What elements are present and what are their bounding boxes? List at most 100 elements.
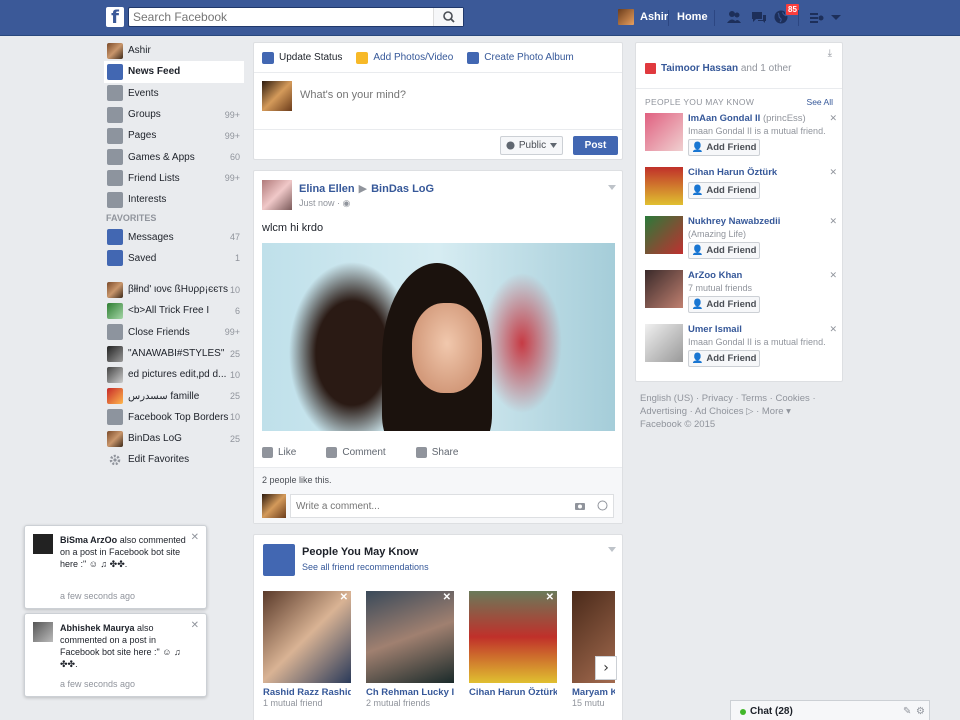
sidebar-group[interactable]: Close Friends 99+: [104, 322, 244, 343]
sidebar-item-games-apps[interactable]: Games & Apps 60: [104, 146, 244, 167]
tab-create-photo-album[interactable]: Create Photo Album: [467, 51, 574, 64]
avatar[interactable]: [645, 216, 683, 254]
avatar[interactable]: [645, 270, 683, 308]
sidebar-group[interactable]: ed pictures edit,pd d... 10: [104, 364, 244, 385]
new-message-icon[interactable]: ✎: [903, 706, 911, 717]
sidebar-item-friend-lists[interactable]: Friend Lists 99+: [104, 168, 244, 189]
mutual-friends[interactable]: 1 mutual friend: [263, 698, 351, 708]
group-thumbnail: [107, 345, 123, 362]
emoji-icon[interactable]: [597, 500, 608, 511]
suggestion-name[interactable]: Nukhrey Nawabzedii: [688, 216, 780, 227]
notification-popup[interactable]: BiSma ArzOo also commented on a post in …: [24, 525, 207, 609]
account-menu-chevron-down-icon[interactable]: [828, 9, 844, 25]
messages-icon[interactable]: [751, 9, 767, 25]
see-all-recommendations-link[interactable]: See all friend recommendations: [302, 562, 429, 572]
post-timestamp[interactable]: Just now · ◉: [299, 198, 350, 209]
home-link[interactable]: Home: [677, 11, 708, 23]
birthday-reminder[interactable]: Taimoor Hassan and 1 other: [661, 63, 791, 74]
sidebar-group[interactable]: BinDas LoG 25: [104, 428, 244, 449]
sidebar-group[interactable]: "ANAWABI#STYLES" 25: [104, 343, 244, 364]
mutual-friends[interactable]: 2 mutual friends: [366, 698, 454, 708]
comment-input[interactable]: [290, 494, 614, 518]
avatar[interactable]: [645, 167, 683, 205]
add-friend-button[interactable]: 👤 Add Friend: [688, 242, 760, 259]
avatar[interactable]: [645, 324, 683, 362]
user-avatar[interactable]: [618, 9, 634, 25]
post-group-link[interactable]: BinDas LoG: [371, 183, 434, 195]
sidebar-item-pages[interactable]: Pages 99+: [104, 125, 244, 146]
search-input[interactable]: [129, 8, 429, 26]
likes-summary[interactable]: 2 people like this.: [254, 467, 622, 491]
close-icon[interactable]: ✕: [443, 592, 451, 603]
mutual-friends[interactable]: 15 mutu: [572, 698, 615, 708]
friend-name[interactable]: Ch Rehman Lucky II: [366, 687, 454, 698]
avatar: [262, 494, 286, 518]
footer-nav[interactable]: English (US) · Privacy · Terms · Cookies…: [640, 392, 840, 418]
chat-bar[interactable]: Chat (28) ✎ ⚙: [730, 700, 930, 720]
footer-links[interactable]: English (US) · Privacy · Terms · Cookies…: [640, 392, 840, 431]
sidebar-profile[interactable]: Ashir: [104, 40, 244, 61]
profile-link[interactable]: Ashir: [640, 11, 668, 23]
close-icon[interactable]: ✕: [829, 324, 837, 335]
friend-requests-icon[interactable]: [726, 9, 742, 25]
post-button[interactable]: Post: [573, 136, 618, 155]
friend-photo[interactable]: ✕: [469, 591, 557, 683]
status-composer: Update Status Add Photos/Video Create Ph…: [253, 42, 623, 160]
close-icon[interactable]: ✕: [546, 592, 554, 603]
avatar[interactable]: [262, 180, 292, 210]
privacy-selector[interactable]: Public: [500, 136, 563, 155]
add-friend-button[interactable]: 👤 Add Friend: [688, 139, 760, 156]
suggestion-name[interactable]: ArZoo Khan: [688, 270, 742, 281]
add-friend-button[interactable]: 👤 Add Friend: [688, 182, 760, 199]
camera-icon[interactable]: [575, 501, 585, 510]
friend-photo[interactable]: ✕: [263, 591, 351, 683]
search-button[interactable]: [433, 8, 463, 26]
friend-name[interactable]: Cihan Harun Öztürk: [469, 687, 557, 698]
sidebar-item-groups[interactable]: Groups 99+: [104, 104, 244, 125]
add-friend-button[interactable]: 👤 Add Friend: [688, 296, 760, 313]
close-icon[interactable]: ✕: [191, 532, 199, 543]
share-button[interactable]: Share: [415, 447, 458, 458]
add-friend-button[interactable]: 👤 Add Friend: [688, 350, 760, 367]
tab-update-status[interactable]: Update Status: [262, 51, 342, 64]
friend-name[interactable]: Rashid Razz Rashid: [263, 687, 351, 698]
sidebar-item-news-feed[interactable]: News Feed: [104, 61, 244, 83]
sidebar-item-saved[interactable]: Saved 1: [104, 248, 244, 269]
download-icon[interactable]: ⤓: [828, 48, 832, 59]
close-icon[interactable]: ✕: [829, 216, 837, 227]
sidebar-group[interactable]: سسدرس famille 25: [104, 385, 244, 406]
sidebar-group[interactable]: βłłnd' ιονє ßHυρρ¡єєтѕ 10: [104, 279, 244, 300]
chevron-down-icon[interactable]: [608, 547, 616, 552]
notification-popup[interactable]: Abhishek Maurya also commented on a post…: [24, 613, 207, 697]
friend-name[interactable]: Maryam K: [572, 687, 615, 698]
comment-button[interactable]: Comment: [326, 447, 386, 458]
privacy-shortcuts-icon[interactable]: [808, 9, 824, 25]
status-input[interactable]: [300, 89, 600, 101]
suggestion-name[interactable]: Umer Ismail: [688, 324, 742, 335]
facebook-logo[interactable]: f: [106, 7, 124, 27]
sidebar-item-events[interactable]: Events: [104, 83, 244, 104]
friend-photo[interactable]: ✕: [366, 591, 454, 683]
sidebar-item-messages[interactable]: Messages 47: [104, 226, 244, 247]
sidebar-group[interactable]: Facebook Top Borders 10: [104, 407, 244, 428]
edit-favorites-link[interactable]: Edit Favorites: [104, 449, 244, 470]
next-arrow-icon[interactable]: ›: [595, 656, 617, 680]
post-photo[interactable]: [262, 243, 615, 431]
like-button[interactable]: Like: [262, 447, 296, 458]
close-icon[interactable]: ✕: [829, 270, 837, 281]
suggestion-name[interactable]: ImAan Gondal II (princEss): [688, 113, 806, 124]
close-icon[interactable]: ✕: [340, 592, 348, 603]
sidebar-group[interactable]: <b>All Trick Free I 6: [104, 300, 244, 321]
tab-add-photos-video[interactable]: Add Photos/Video: [356, 51, 453, 64]
close-icon[interactable]: ✕: [829, 113, 837, 124]
avatar[interactable]: [645, 113, 683, 151]
close-icon[interactable]: ✕: [191, 620, 199, 631]
name-text: Umer Ismail: [688, 324, 742, 335]
see-all-link[interactable]: See All: [807, 97, 833, 107]
close-icon[interactable]: ✕: [829, 167, 837, 178]
suggestion-name[interactable]: Cihan Harun Öztürk: [688, 167, 777, 178]
sidebar-item-interests[interactable]: Interests: [104, 189, 244, 210]
chevron-down-icon[interactable]: [608, 185, 616, 190]
post-author-link[interactable]: Elina Ellen: [299, 183, 355, 195]
gear-icon[interactable]: ⚙: [916, 706, 925, 717]
